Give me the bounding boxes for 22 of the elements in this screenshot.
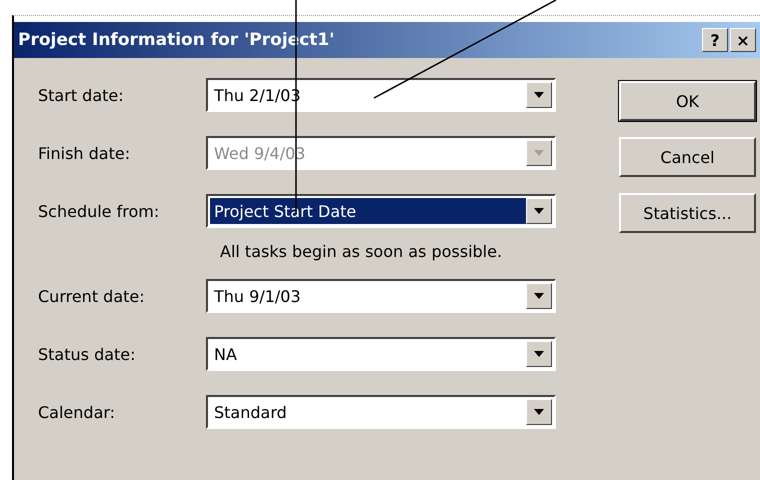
field-label: Current date: bbox=[38, 286, 146, 306]
dropdown-arrow-icon bbox=[534, 293, 544, 299]
dropdown-field[interactable]: Standard bbox=[206, 395, 556, 429]
field-label: Schedule from: bbox=[38, 202, 160, 220]
dropdown-field[interactable]: NA bbox=[206, 337, 556, 371]
schedule-note: All tasks begin as soon as possible. bbox=[220, 242, 504, 261]
close-button[interactable]: × bbox=[730, 28, 756, 52]
dropdown-arrow-icon bbox=[534, 409, 544, 415]
dialog-button[interactable]: OK bbox=[619, 81, 756, 121]
dropdown-field[interactable]: Project Start Date bbox=[206, 194, 556, 228]
dropdown-arrow-icon bbox=[534, 150, 544, 156]
dropdown-field[interactable]: Thu 9/1/03 bbox=[206, 279, 556, 313]
field-label: Start date: bbox=[38, 86, 125, 104]
field-label: Calendar: bbox=[38, 402, 116, 422]
dialog-button[interactable]: Statistics... bbox=[619, 193, 756, 233]
dropdown-arrow-icon bbox=[534, 351, 544, 357]
help-button[interactable]: ? bbox=[702, 28, 728, 52]
dropdown-arrow-icon bbox=[534, 92, 544, 98]
dropdown-arrow-icon bbox=[534, 208, 544, 214]
field-label: Finish date: bbox=[38, 144, 132, 162]
field-label: Status date: bbox=[38, 344, 137, 364]
dialog-button[interactable]: Cancel bbox=[619, 137, 756, 177]
